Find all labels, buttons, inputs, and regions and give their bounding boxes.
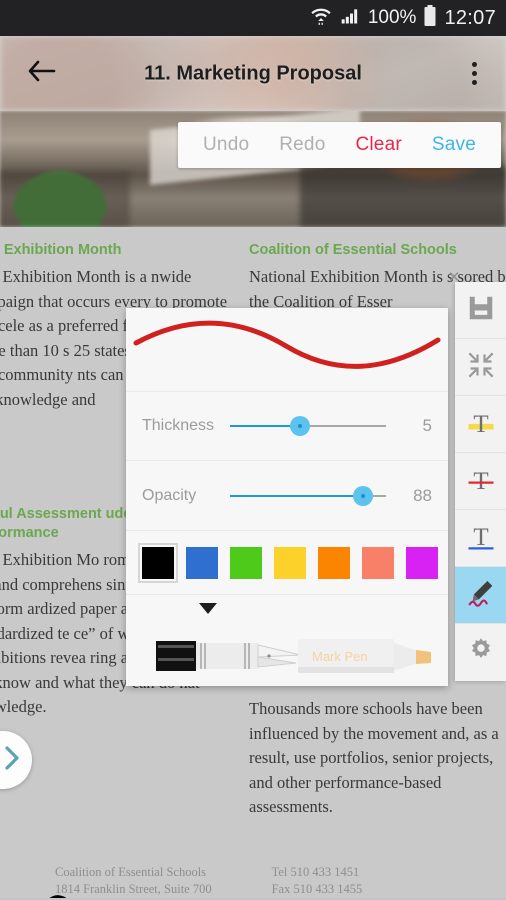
document-footer-fragment: ion tial ls [0, 857, 42, 900]
underline-text-icon: T [466, 521, 496, 556]
page-title: 11. Marketing Proposal [144, 62, 362, 84]
sidebar-underline-button[interactable]: T [455, 510, 506, 567]
edit-action-bar: Undo Redo Clear Save [178, 122, 501, 168]
pen-tool-fineliner[interactable] [156, 633, 316, 681]
color-swatch-magenta[interactable] [406, 546, 438, 579]
slider-fill [230, 494, 363, 497]
color-palette [126, 531, 448, 595]
tool-sidebar: ✕ T T T [448, 270, 506, 681]
thickness-slider[interactable] [230, 416, 386, 436]
highlight-text-icon: T [466, 407, 496, 442]
clear-button[interactable]: Clear [355, 134, 401, 156]
opacity-label: Opacity [142, 486, 197, 504]
sidebar-strikethrough-button[interactable]: T [455, 453, 506, 510]
undo-button[interactable]: Undo [203, 134, 249, 156]
sidebar-collapse-button[interactable] [455, 339, 506, 396]
svg-text:T: T [473, 411, 488, 437]
battery-full-icon [423, 4, 437, 33]
opacity-slider[interactable] [230, 485, 386, 506]
color-swatch-green[interactable] [230, 546, 262, 579]
footer-address: Coalition of Essential Schools 1814 Fran… [55, 865, 212, 900]
document-footer: Coalition of Essential Schools 1814 Fran… [55, 864, 495, 900]
section-heading: Coalition of Essential Schools [249, 242, 457, 258]
app-header: 11. Marketing Proposal [0, 36, 506, 111]
document-right-column-lower: Thousands more schools have been influen… [249, 697, 506, 835]
pen-icon [464, 576, 498, 615]
pen-chooser: Mark Pen [126, 595, 448, 703]
selected-pen-caret-icon [199, 603, 217, 614]
color-swatch-black[interactable] [138, 542, 178, 583]
color-swatch-orange[interactable] [318, 546, 350, 579]
color-swatch-yellow[interactable] [274, 546, 306, 579]
save-icon [466, 293, 496, 328]
chevron-right-icon [3, 745, 21, 776]
battery-percent-label: 100% [367, 7, 417, 28]
gear-icon [466, 635, 496, 670]
section-paragraph: Thousands more schools have been influen… [249, 699, 499, 816]
footer-contact: Tel 510 433 1451 Fax 510 433 1455 www.es… [271, 865, 402, 900]
redo-button[interactable]: Redo [279, 134, 325, 156]
thickness-value: 5 [422, 416, 432, 435]
slider-thumb[interactable] [290, 416, 311, 436]
save-button[interactable]: Save [432, 134, 476, 156]
cover-photo-shape [300, 166, 506, 227]
slider-thumb[interactable] [352, 485, 373, 506]
sidebar-highlight-button[interactable]: T [455, 396, 506, 453]
color-swatch-salmon[interactable] [362, 546, 394, 579]
overflow-menu-button[interactable] [454, 52, 494, 96]
overflow-menu-icon [471, 80, 477, 85]
sidebar-settings-button[interactable] [455, 624, 506, 681]
stroke-preview [133, 320, 441, 369]
cover-photo-shape [0, 171, 130, 227]
status-bar: 100% 12:07 [0, 0, 506, 36]
svg-text:T: T [473, 468, 488, 494]
strikethrough-text-icon: T [466, 464, 496, 499]
collapse-icon [467, 351, 495, 384]
section-heading: onal Exhibition Month [0, 242, 122, 258]
opacity-value: 88 [413, 485, 432, 505]
sidebar-save-button[interactable] [455, 282, 506, 339]
wifi-icon [310, 5, 332, 32]
thickness-slider-row: Thickness 5 [126, 391, 448, 461]
mark-pen-label: Mark Pen [312, 649, 368, 664]
sidebar-pen-button[interactable] [455, 567, 506, 624]
pen-tool-mark-pen[interactable]: Mark Pen [298, 633, 438, 681]
clock-label: 12:07 [444, 6, 496, 29]
opacity-slider-row: Opacity 88 [126, 461, 448, 531]
overflow-menu-icon [471, 62, 477, 67]
thickness-label: Thickness [142, 417, 215, 434]
color-swatch-blue[interactable] [186, 546, 218, 579]
pen-settings-panel: Thickness 5 Opacity 88 Mark Pen [126, 308, 448, 686]
svg-text:T: T [473, 523, 488, 550]
cellular-signal-icon [339, 6, 361, 31]
overflow-menu-icon [471, 71, 477, 76]
